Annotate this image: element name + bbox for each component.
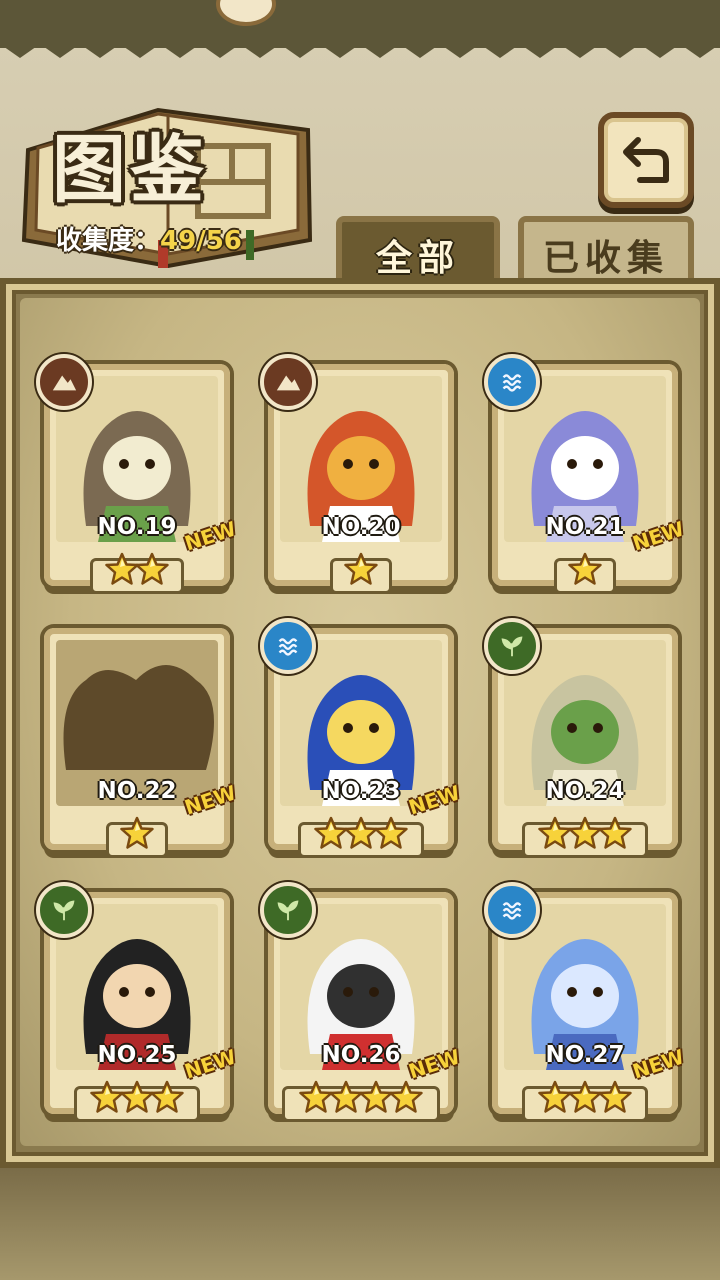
star-icon: [538, 816, 572, 850]
water-element-icon: [484, 354, 540, 410]
star-icon: [150, 1080, 184, 1114]
card-number: NO.20: [321, 514, 401, 540]
star-rating: [44, 548, 230, 594]
star-icon: [314, 816, 348, 850]
star-icon: [374, 816, 408, 850]
monster-card[interactable]: NO.27 NEW: [484, 882, 687, 1124]
star-icon: [344, 552, 378, 586]
water-element-icon: [260, 618, 316, 674]
water-element-icon: [484, 882, 540, 938]
star-rating: [268, 812, 454, 858]
star-rating: [492, 812, 678, 858]
monster-card[interactable]: NO.19 NEW: [36, 354, 239, 596]
star-icon: [598, 816, 632, 850]
card-number: NO.24: [545, 778, 625, 804]
monster-card[interactable]: NO.26 NEW: [260, 882, 463, 1124]
star-rating: [268, 1076, 454, 1122]
star-icon: [135, 552, 169, 586]
monster-card[interactable]: NO.25 NEW: [36, 882, 239, 1124]
wood-element-icon: [36, 882, 92, 938]
star-icon: [105, 552, 139, 586]
star-icon: [344, 816, 378, 850]
bottom-ground: [0, 1168, 720, 1280]
star-icon: [299, 1080, 333, 1114]
star-icon: [359, 1080, 393, 1114]
star-rating: [44, 812, 230, 858]
monster-card[interactable]: NO.24: [484, 618, 678, 860]
star-icon: [389, 1080, 423, 1114]
star-rating: [492, 548, 678, 594]
star-icon: [568, 1080, 602, 1114]
star-icon: [568, 816, 602, 850]
card-grid: NO.19 NEW NO.20 NO.21 NEW NO.22 NEW NO.23 NEW NO.…: [0, 0, 720, 1168]
star-icon: [120, 816, 154, 850]
star-icon: [568, 552, 602, 586]
monster-card[interactable]: NO.21 NEW: [484, 354, 687, 596]
star-icon: [538, 1080, 572, 1114]
star-rating: [268, 548, 454, 594]
wood-element-icon: [260, 882, 316, 938]
monster-card[interactable]: NO.20: [260, 354, 454, 596]
star-icon: [120, 1080, 154, 1114]
monster-card[interactable]: NO.23 NEW: [260, 618, 463, 860]
monster-card[interactable]: NO.22 NEW: [44, 628, 239, 860]
star-rating: [492, 1076, 678, 1122]
star-icon: [90, 1080, 124, 1114]
star-rating: [44, 1076, 230, 1122]
wood-element-icon: [484, 618, 540, 674]
earth-element-icon: [260, 354, 316, 410]
earth-element-icon: [36, 354, 92, 410]
star-icon: [329, 1080, 363, 1114]
star-icon: [598, 1080, 632, 1114]
